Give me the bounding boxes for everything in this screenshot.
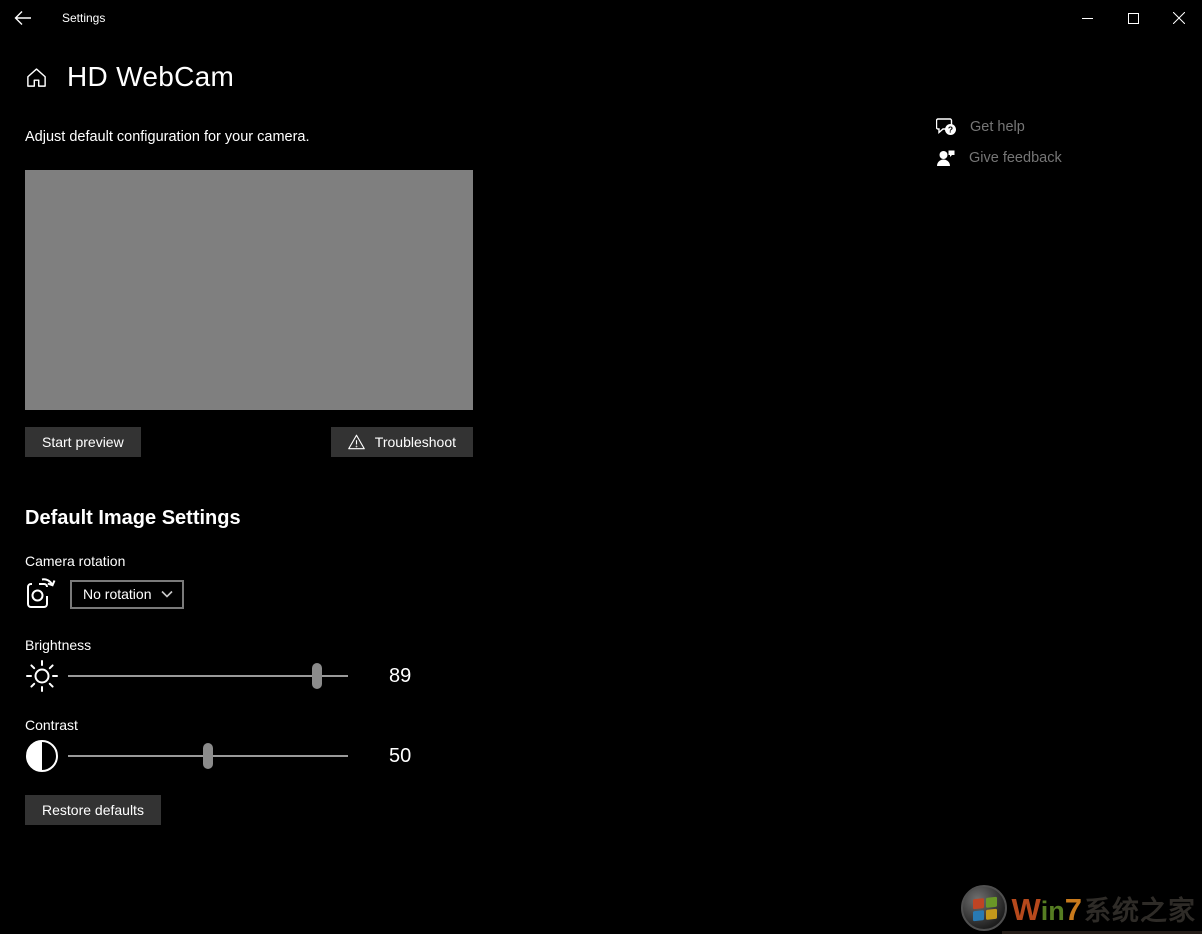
brightness-value: 89 <box>389 664 412 687</box>
close-button[interactable] <box>1156 0 1202 36</box>
restore-defaults-label: Restore defaults <box>42 802 144 818</box>
camera-preview <box>25 170 473 410</box>
minimize-button[interactable] <box>1064 0 1110 36</box>
preview-actions: Start preview Troubleshoot <box>25 427 473 457</box>
watermark-text: Win 7 系统之家 <box>1011 889 1196 928</box>
brightness-label: Brightness <box>25 637 92 653</box>
camera-rotation-dropdown[interactable]: No rotation <box>70 579 184 609</box>
watermark-digit-7: 7 <box>1064 891 1082 927</box>
chevron-down-icon <box>161 590 173 598</box>
give-feedback-link[interactable]: Give feedback <box>936 145 1062 170</box>
camera-rotation-icon <box>25 576 59 612</box>
win7-home-watermark: Win 7 系统之家 <box>961 882 1202 934</box>
watermark-letter-w: W <box>1011 891 1041 927</box>
contrast-label: Contrast <box>25 717 78 733</box>
camera-rotation-label: Camera rotation <box>25 553 126 569</box>
minimize-icon <box>1081 13 1093 24</box>
start-preview-label: Start preview <box>42 434 124 450</box>
brightness-slider-thumb[interactable] <box>312 663 323 689</box>
warning-icon <box>347 434 365 450</box>
troubleshoot-label: Troubleshoot <box>374 434 456 450</box>
give-feedback-icon <box>936 148 956 168</box>
restore-defaults-button[interactable]: Restore defaults <box>25 795 161 825</box>
give-feedback-label: Give feedback <box>969 149 1062 166</box>
window-controls <box>1064 0 1202 36</box>
maximize-button[interactable] <box>1110 0 1156 36</box>
brightness-slider[interactable] <box>68 658 348 694</box>
windows-flag-icon <box>961 885 1008 931</box>
contrast-slider-thumb[interactable] <box>203 743 213 769</box>
home-icon[interactable] <box>25 66 48 89</box>
contrast-slider[interactable] <box>68 738 348 774</box>
brightness-icon <box>25 659 59 693</box>
page-title: HD WebCam <box>67 61 235 92</box>
titlebar: Settings <box>0 0 1202 36</box>
troubleshoot-button[interactable]: Troubleshoot <box>330 427 473 457</box>
watermark-letters-in: in <box>1040 895 1065 926</box>
contrast-value: 50 <box>389 744 412 767</box>
page-header: HD WebCam <box>25 57 1202 97</box>
start-preview-button[interactable]: Start preview <box>25 427 141 457</box>
maximize-icon <box>1127 12 1139 24</box>
camera-rotation-value: No rotation <box>83 586 152 602</box>
brightness-row: 89 <box>25 658 1202 694</box>
back-arrow-icon <box>14 10 32 26</box>
close-icon <box>1173 12 1185 24</box>
get-help-icon: ? <box>936 117 957 137</box>
app-title: Settings <box>62 11 106 25</box>
camera-rotation-row: No rotation <box>25 576 1202 612</box>
contrast-icon <box>25 739 59 773</box>
watermark-cn-text: 系统之家 <box>1084 895 1196 927</box>
contrast-row: 50 <box>25 738 1202 774</box>
help-panel: ? Get help Give feedback <box>936 114 1062 176</box>
get-help-link[interactable]: ? Get help <box>936 114 1062 139</box>
get-help-label: Get help <box>970 118 1025 135</box>
section-title: Default Image Settings <box>25 507 241 529</box>
svg-text:?: ? <box>948 124 953 134</box>
back-button[interactable] <box>0 0 46 36</box>
brightness-slider-track[interactable] <box>68 675 348 677</box>
